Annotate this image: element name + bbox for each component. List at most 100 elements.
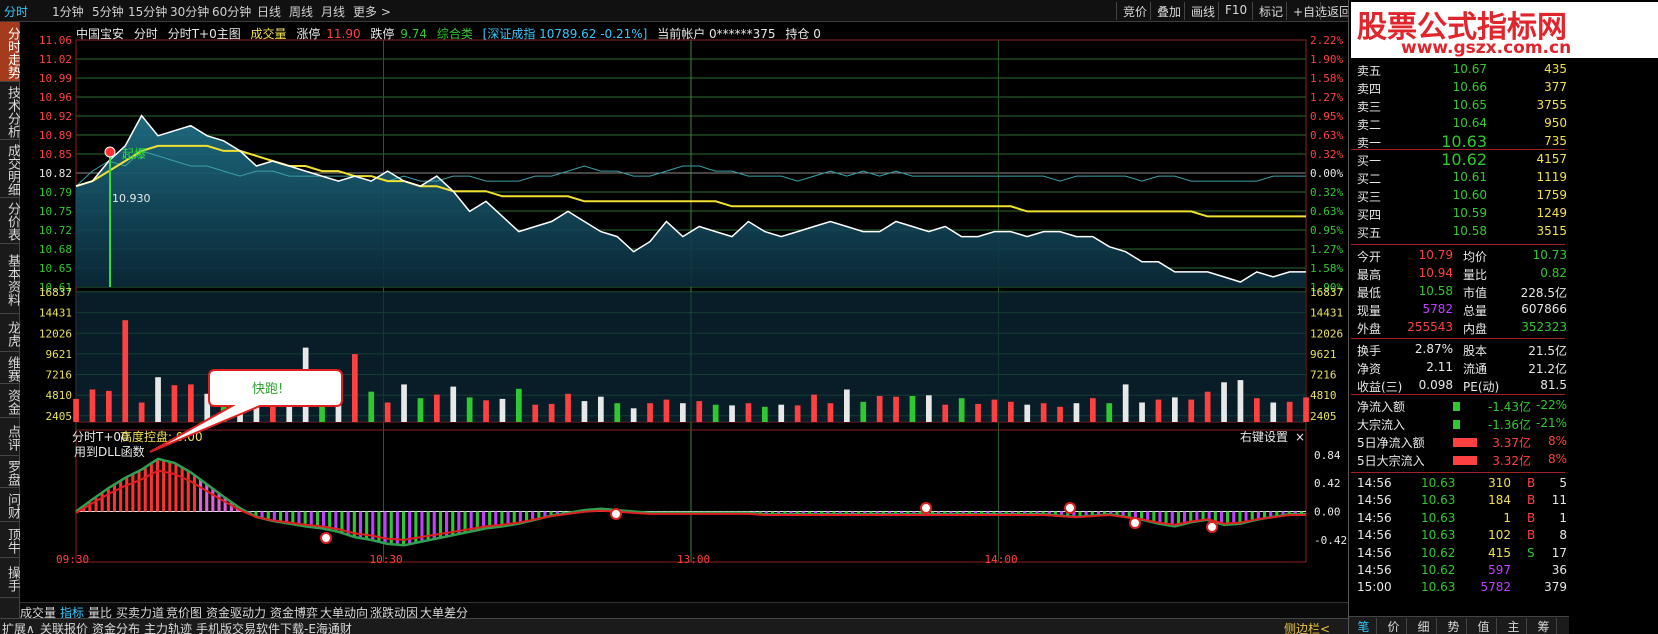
order-price: 10.58 <box>1452 224 1487 238</box>
left-tab-5[interactable]: 龙虎 <box>0 314 20 352</box>
volume-bar <box>368 391 375 422</box>
period-tab-4[interactable]: 30分钟 <box>170 3 209 20</box>
flow-label: 净流入额 <box>1357 400 1406 414</box>
stat-key: 均价 <box>1463 250 1488 264</box>
right-tab-1[interactable]: 价 <box>1381 618 1407 634</box>
indicator-bar <box>1183 511 1187 523</box>
indicator-bar <box>1201 511 1205 520</box>
period-tab-0[interactable]: 分时 <box>4 3 28 20</box>
left-tab-6[interactable]: 维赛 <box>0 352 20 384</box>
volume-bar <box>663 399 670 422</box>
volume-axis-label: 2405 <box>46 410 73 423</box>
stat-cell: 现量 5782 <box>1357 302 1453 320</box>
price-axis-label: 10.89 <box>39 129 72 142</box>
period-tab-3[interactable]: 15分钟 <box>128 3 167 20</box>
left-tab-11[interactable]: 顶牛 <box>0 522 20 558</box>
buy-order-row: 买四 10.59 1249 <box>1357 206 1567 224</box>
right-tab-4[interactable]: 值 <box>1471 618 1497 634</box>
volume-axis-label: 9621 <box>46 348 73 361</box>
buy-order-row: 买二 10.61 1119 <box>1357 170 1567 188</box>
indicator-bar <box>199 478 203 512</box>
right-tab-0[interactable]: 笔 <box>1351 618 1377 634</box>
stat-value: 21.5亿 <box>1528 344 1567 358</box>
stock-name: 中国宝安 <box>76 27 125 41</box>
right-tab-5[interactable]: 主 <box>1501 618 1527 634</box>
left-tab-2[interactable]: 成交明细 <box>0 140 20 198</box>
status-item-2[interactable]: 资金分布 <box>92 620 140 634</box>
indicator-bar <box>1244 511 1248 522</box>
volume-bar <box>1073 403 1080 422</box>
tick-count: 5 <box>1559 476 1567 490</box>
volume-bar <box>942 404 949 422</box>
volume-bar <box>1270 402 1277 422</box>
index-quote: [深证成指 10789.62 -0.21%] <box>482 27 648 41</box>
left-tab-1[interactable]: 技术分析 <box>0 82 20 140</box>
toolbar-button-4[interactable]: 标记 <box>1252 2 1289 20</box>
status-item-3[interactable]: 主力轨迹 <box>144 620 192 634</box>
sidebar-toggle[interactable]: 侧边栏< <box>1284 620 1330 634</box>
left-tab-9[interactable]: 罗盘 <box>0 456 20 488</box>
left-tab-4[interactable]: 基本资料 <box>0 244 20 314</box>
volume-axis-label: 7216 <box>46 369 73 382</box>
volume-bar <box>384 402 391 422</box>
tick-side: B <box>1527 528 1536 543</box>
quote-panel: 股票公式指标网 www.gszx.com.cn 卖五 10.67 435 卖四 10.6… <box>1348 0 1658 634</box>
left-tab-12[interactable]: 操手 <box>0 558 20 598</box>
status-item-0[interactable]: 扩展∧ <box>2 620 35 634</box>
order-label: 买三 <box>1357 190 1382 204</box>
stat-key: 股本 <box>1463 344 1488 358</box>
stat-cell: 换手 2.87% <box>1357 342 1453 360</box>
stat-key: 最高 <box>1357 268 1382 282</box>
flow-value: -1.36亿 <box>1487 418 1531 432</box>
toolbar-button-1[interactable]: 叠加 <box>1150 2 1187 20</box>
left-tab-8[interactable]: 点评 <box>0 418 20 456</box>
right-tab-6[interactable]: 筹 <box>1531 618 1557 634</box>
left-tab-7[interactable]: 资金 <box>0 384 20 418</box>
period-tab-9[interactable]: 更多 > <box>353 3 391 20</box>
period-tab-1[interactable]: 1分钟 <box>52 3 84 20</box>
status-item-4[interactable]: 手机版交易软件下载-E海通财 <box>196 620 352 634</box>
category-label: 综合类 <box>436 27 473 41</box>
volume-bar <box>745 403 752 422</box>
stat-cell: 股本 21.5亿 <box>1463 342 1567 360</box>
period-tab-8[interactable]: 月线 <box>321 3 345 20</box>
period-tab-5[interactable]: 60分钟 <box>212 3 251 20</box>
left-tab-10[interactable]: 问财 <box>0 488 20 522</box>
tick-count: 1 <box>1559 510 1567 525</box>
stat-cell: 总量 607866 <box>1463 302 1567 320</box>
order-volume: 1249 <box>1536 206 1567 220</box>
buy-order-row: 买一 10.62 4157 <box>1357 150 1567 170</box>
left-tab-0[interactable]: 分时走势 <box>0 22 20 82</box>
period-tab-7[interactable]: 周线 <box>289 3 313 20</box>
indicator-tab-bar: 成交量 指标 量比 买卖力道 竞价图 资金驱动力 资金博弈 大单动向 涨跌动因 大单差分 <box>20 602 1430 620</box>
intraday-chart[interactable]: 起爆 10.930 11.06 11.02 10.99 10.96 10.92 10.89 10… <box>20 22 1348 600</box>
indicator-bar <box>155 459 159 512</box>
settings-link[interactable]: 右键设置 <box>1240 429 1288 444</box>
toolbar-button-3[interactable]: F10 <box>1218 2 1253 20</box>
left-tab-3[interactable]: 分价表 <box>0 198 20 244</box>
volume-bar <box>1172 397 1178 422</box>
stat-key: 现量 <box>1357 304 1382 318</box>
toolbar-button-0[interactable]: 竞价 <box>1116 2 1153 20</box>
tick-row: 14:56 10.63 1 B 1 <box>1357 511 1567 528</box>
stat-cell: 量比 0.82 <box>1463 266 1567 284</box>
limit-down-value: 9.74 <box>400 27 427 41</box>
volume-bar <box>844 389 850 422</box>
order-label: 买一 <box>1357 154 1382 168</box>
right-tab-2[interactable]: 细 <box>1411 618 1437 634</box>
volume-bar <box>352 354 358 422</box>
period-tab-6[interactable]: 日线 <box>257 3 281 20</box>
pct-axis-label: 1.27% <box>1310 91 1343 104</box>
right-tab-3[interactable]: 势 <box>1441 618 1467 634</box>
pct-axis-label: 0.32% <box>1310 186 1343 199</box>
tick-count: 11 <box>1551 493 1567 508</box>
status-item-1[interactable]: 关联报价 <box>40 620 88 634</box>
order-label: 卖四 <box>1357 82 1382 96</box>
order-volume: 1119 <box>1536 170 1567 184</box>
close-icon[interactable]: × <box>1295 430 1305 444</box>
stat-key: 总量 <box>1463 304 1488 318</box>
toolbar-button-2[interactable]: 画线 <box>1184 2 1221 20</box>
stat-value: 5782 <box>1422 302 1453 316</box>
indicator-bar <box>119 481 123 512</box>
period-tab-2[interactable]: 5分钟 <box>92 3 124 20</box>
